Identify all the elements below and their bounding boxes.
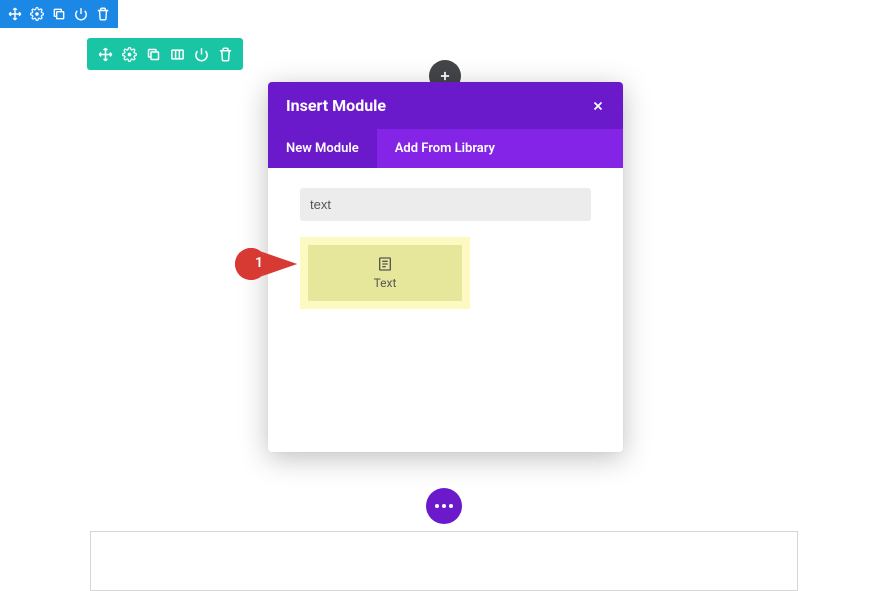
trash-icon[interactable] [213, 42, 237, 66]
modal-title: Insert Module [286, 96, 386, 115]
callout-number: 1 [255, 255, 263, 271]
columns-icon[interactable] [165, 42, 189, 66]
move-icon[interactable] [93, 42, 117, 66]
gear-icon[interactable] [26, 3, 48, 25]
section-toolbar [0, 0, 118, 28]
row-toolbar [87, 38, 243, 70]
gear-icon[interactable] [117, 42, 141, 66]
module-highlight: Text [300, 237, 470, 309]
modal-tabs: New Module Add From Library [268, 129, 623, 168]
close-icon[interactable] [591, 99, 605, 113]
module-item-text[interactable]: Text [308, 245, 462, 301]
more-options-button[interactable] [426, 488, 462, 524]
module-item-label: Text [374, 276, 397, 290]
tab-new-module[interactable]: New Module [268, 129, 377, 168]
text-module-icon [377, 256, 393, 272]
dot-icon [449, 504, 453, 508]
dot-icon [435, 504, 439, 508]
module-search-input[interactable] [300, 188, 591, 221]
power-icon[interactable] [189, 42, 213, 66]
duplicate-icon[interactable] [141, 42, 165, 66]
insert-module-modal: Insert Module New Module Add From Librar… [268, 82, 623, 452]
move-icon[interactable] [4, 3, 26, 25]
dot-icon [442, 504, 446, 508]
duplicate-icon[interactable] [48, 3, 70, 25]
empty-section [90, 531, 798, 591]
modal-header: Insert Module [268, 82, 623, 129]
tab-add-from-library[interactable]: Add From Library [377, 129, 513, 168]
modal-body: Text [268, 168, 623, 452]
power-icon[interactable] [70, 3, 92, 25]
trash-icon[interactable] [92, 3, 114, 25]
